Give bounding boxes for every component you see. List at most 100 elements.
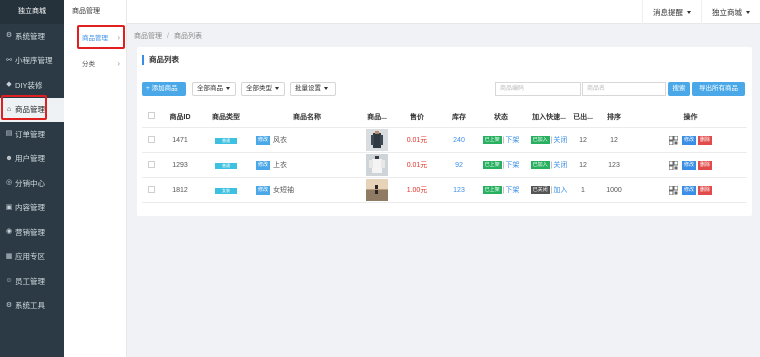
sidebar-item-label: 员工管理 xyxy=(15,276,45,286)
qr-code-icon[interactable] xyxy=(669,160,678,170)
caret-down-icon xyxy=(324,86,328,90)
sidebar-item-label: 小程序管理 xyxy=(15,56,53,66)
add-product-button[interactable]: + 添加商品 xyxy=(142,82,186,96)
store-dropdown[interactable]: 独立商城 xyxy=(701,0,760,24)
batch-settings-dropdown[interactable]: 批量设置 xyxy=(290,82,336,96)
cell-sort: 12 xyxy=(610,136,618,144)
sidebar-item-label: 分销中心 xyxy=(15,178,45,188)
edit-name-button[interactable]: 修改 xyxy=(256,185,271,195)
subnav-title: 商品管理 xyxy=(72,8,100,15)
sidebar-item-staff[interactable]: ☺ 员工管理 xyxy=(0,269,64,294)
export-all-products-button[interactable]: 导出所有商品 xyxy=(692,82,745,96)
delete-button[interactable]: 删除 xyxy=(697,135,712,145)
cell-sold: 1 xyxy=(581,186,585,194)
col-header-sort: 排序 xyxy=(607,113,621,121)
qr-code-icon[interactable] xyxy=(669,135,678,145)
search-button[interactable]: 搜索 xyxy=(668,82,690,96)
row-checkbox[interactable] xyxy=(147,185,155,193)
breadcrumb-separator: / xyxy=(167,33,169,40)
quick-add-badge: 已加入 xyxy=(530,136,550,145)
staff-icon: ☺ xyxy=(5,277,13,285)
col-header-type: 商品类型 xyxy=(212,113,240,121)
notifications-dropdown[interactable]: 消息提醒 xyxy=(642,0,701,24)
delete-button[interactable]: 删除 xyxy=(697,160,712,170)
user-icon: ☻ xyxy=(5,154,13,162)
unlist-link[interactable]: 下架 xyxy=(505,187,519,194)
panel-title: 商品列表 xyxy=(142,55,179,65)
unlist-link[interactable]: 下架 xyxy=(505,137,519,144)
cell-sort: 123 xyxy=(608,161,620,169)
product-code-search-input[interactable]: 商品编码 xyxy=(495,82,581,96)
col-header-sold: 已出... xyxy=(573,113,593,121)
unlist-link[interactable]: 下架 xyxy=(505,162,519,169)
status-badge: 已上架 xyxy=(482,186,502,195)
product-table: 商品ID 商品类型 商品名称 商品... 售价 库存 状态 加入快速... 已出… xyxy=(142,106,747,203)
sidebar-item-label: 应用专区 xyxy=(15,252,45,262)
sidebar-item-products[interactable]: ⌂ 商品管理 xyxy=(0,97,64,122)
cell-sold: 12 xyxy=(579,136,587,144)
edit-name-button[interactable]: 修改 xyxy=(256,135,271,145)
subnav-item-category[interactable]: 分类 › xyxy=(64,50,126,76)
quick-add-toggle-link[interactable]: 加入 xyxy=(553,187,567,194)
brand-title: 独立商城 xyxy=(0,0,64,24)
quick-add-badge: 已加入 xyxy=(530,161,550,170)
store-label: 独立商城 xyxy=(712,7,742,17)
sidebar-item-label: 系统工具 xyxy=(15,301,45,311)
breadcrumb: 商品管理 / 商品列表 xyxy=(134,31,202,41)
sidebar-item-tools[interactable]: ⚙ 系统工具 xyxy=(0,294,64,319)
edit-button[interactable]: 修改 xyxy=(681,160,696,170)
batch-settings-label: 批量设置 xyxy=(295,85,321,92)
sidebar-item-miniprogram[interactable]: ⚯ 小程序管理 xyxy=(0,49,64,74)
sidebar-item-label: 订单管理 xyxy=(15,129,45,139)
cell-id: 1293 xyxy=(172,161,188,169)
subnav-item-products[interactable]: 商品管理 › xyxy=(64,24,126,50)
sidebar-item-label: 用户管理 xyxy=(15,154,45,164)
sidebar-item-label: 内容管理 xyxy=(15,203,45,213)
sidebar-item-system[interactable]: ⚙ 系统管理 xyxy=(0,24,64,49)
cell-name: 风衣 xyxy=(273,137,288,144)
tools-icon: ⚙ xyxy=(5,301,13,309)
col-header-price: 售价 xyxy=(410,113,424,121)
filter-all-label: 全部商品 xyxy=(197,85,223,92)
subnav-item-label: 分类 xyxy=(82,61,95,68)
col-header-status: 状态 xyxy=(494,113,508,121)
home-icon: ⌂ xyxy=(6,105,12,113)
sidebar-item-apps[interactable]: ▦ 应用专区 xyxy=(0,245,64,270)
edit-button[interactable]: 修改 xyxy=(681,185,696,195)
sidebar-item-label: 系统管理 xyxy=(15,31,45,41)
sidebar-item-orders[interactable]: ▤ 订单管理 xyxy=(0,122,64,147)
row-checkbox[interactable] xyxy=(147,135,155,143)
sidebar-item-users[interactable]: ☻ 用户管理 xyxy=(0,147,64,172)
qr-code-icon[interactable] xyxy=(669,185,678,195)
caret-down-icon xyxy=(275,86,279,90)
sidebar-item-distribution[interactable]: ◎ 分销中心 xyxy=(0,171,64,196)
subnav-item-label: 商品管理 xyxy=(82,35,108,42)
sidebar-item-label: 营销管理 xyxy=(15,227,45,237)
row-checkbox[interactable] xyxy=(147,160,155,168)
cell-name: 女短袖 xyxy=(273,187,295,194)
link-icon: ⚯ xyxy=(6,56,12,64)
col-header-image: 商品... xyxy=(367,113,387,121)
filter-all-products-dropdown[interactable]: 全部商品 xyxy=(192,82,236,96)
edit-name-button[interactable]: 修改 xyxy=(256,160,271,170)
breadcrumb-item-products[interactable]: 商品管理 xyxy=(134,33,162,40)
col-header-id: 商品ID xyxy=(169,113,191,121)
product-list-panel: 商品列表 + 添加商品 全部商品 全部类型 批量设置 商品编码 商品名 搜索 导… xyxy=(137,47,752,216)
delete-button[interactable]: 删除 xyxy=(697,185,712,195)
quick-add-toggle-link[interactable]: 关闭 xyxy=(553,162,567,169)
filter-type-dropdown[interactable]: 全部类型 xyxy=(241,82,285,96)
top-header: 消息提醒 独立商城 xyxy=(127,0,760,24)
sidebar-item-diy[interactable]: ◆ DIY装修 xyxy=(0,73,64,98)
sidebar-item-content[interactable]: ▣ 内容管理 xyxy=(0,196,64,221)
type-tag: 女装 xyxy=(215,187,237,194)
product-thumbnail-shirt xyxy=(366,154,388,176)
cell-sold: 12 xyxy=(579,161,587,169)
quick-add-toggle-link[interactable]: 关闭 xyxy=(553,137,567,144)
edit-button[interactable]: 修改 xyxy=(681,135,696,145)
product-name-search-input[interactable]: 商品名 xyxy=(582,82,666,96)
caret-down-icon xyxy=(226,86,230,90)
sidebar-item-marketing[interactable]: ◉ 营销管理 xyxy=(0,220,64,245)
caret-down-icon xyxy=(687,10,691,14)
cell-stock: 123 xyxy=(453,186,465,194)
select-all-checkbox[interactable] xyxy=(147,112,155,119)
